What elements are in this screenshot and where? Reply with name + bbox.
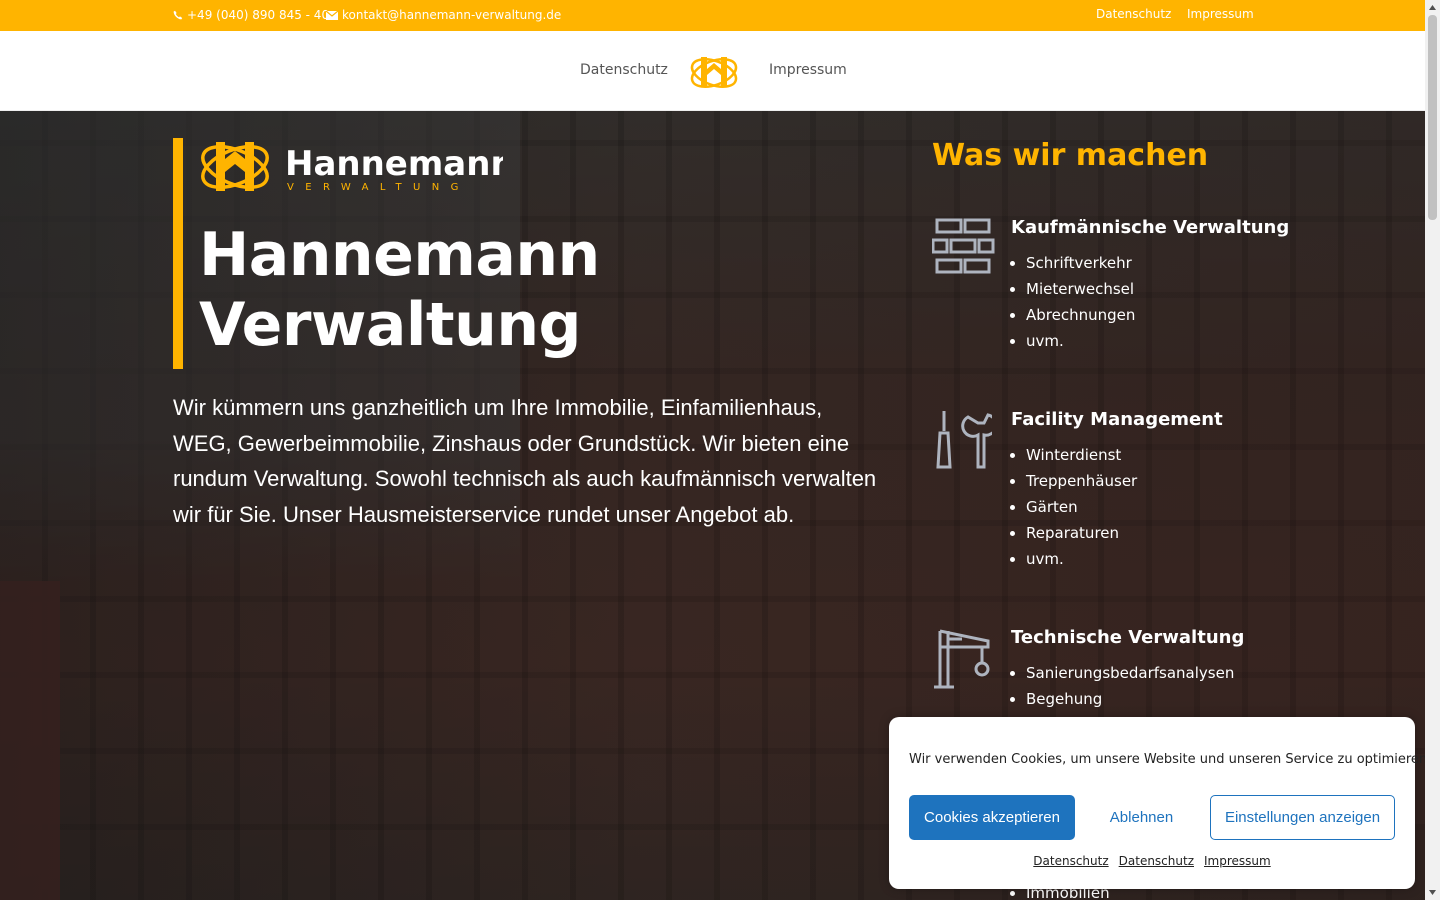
list-item: Treppenhäuser [1026,471,1137,497]
cookie-link-datenschutz[interactable]: Datenschutz [1033,854,1108,868]
hannemann-logo: Hannemann VERWALTUNG [201,142,503,193]
logo-mark-icon [201,142,269,191]
crane-icon [934,629,990,689]
service-list: Schriftverkehr Mieterwechsel Abrechnunge… [1026,253,1135,357]
service-title: Technische Verwaltung [1011,627,1245,648]
hero-title-line: Hannemann [199,220,600,290]
cookie-links: Datenschutz Datenschutz Impressum [889,854,1415,868]
topbar-link-datenschutz[interactable]: Datenschutz [1096,7,1171,21]
topbar-link-label: Impressum [1187,7,1254,21]
hero-description: Wir kümmern uns ganzheitlich um Ihre Imm… [173,395,877,527]
scrollbar[interactable] [1425,0,1440,900]
list-item: Begehung [1026,689,1234,715]
cookie-link-impressum[interactable]: Impressum [1204,854,1271,868]
list-item: Abrechnungen [1026,305,1135,331]
list-item: Schriftverkehr [1026,253,1135,279]
services-heading: Was wir machen [932,138,1209,173]
hero-title-line: Verwaltung [199,290,581,360]
tools-icon [936,411,992,469]
scroll-down-icon[interactable] [1425,885,1440,900]
service-list: Sanierungsbedarfsanalysen Begehung [1026,663,1234,715]
nav-link-impressum[interactable]: Impressum [769,62,847,78]
logo-name: Hannemann [285,144,503,184]
cookie-settings-button[interactable]: Einstellungen anzeigen [1210,795,1395,840]
top-bar: +49 (040) 890 845 - 40 kontakt@hannemann… [0,0,1425,31]
phone-link[interactable]: +49 (040) 890 845 - 40 [173,8,329,22]
cookie-banner: Wir verwenden Cookies, um unsere Website… [889,717,1431,889]
topbar-link-label: Datenschutz [1096,7,1172,21]
list-item: uvm. [1026,549,1137,575]
service-title: Kaufmännische Verwaltung [1011,217,1290,238]
list-item: Mieterwechsel [1026,279,1135,305]
scroll-up-icon[interactable] [1425,0,1440,15]
deny-cookies-button[interactable]: Ablehnen [1085,795,1198,840]
email-text: kontakt@hannemann-verwaltung.de [342,8,562,22]
service-list: Winterdienst Treppenhäuser Gärten Repara… [1026,445,1137,575]
nav-link-datenschutz[interactable]: Datenschutz [580,62,668,78]
cookie-message: Wir verwenden Cookies, um unsere Website… [909,752,1432,767]
phone-icon [173,10,183,20]
logo-icon[interactable] [689,53,739,91]
service-title: Facility Management [1011,409,1223,430]
scroll-thumb[interactable] [1428,15,1437,220]
logo-sub: VERWALTUNG [287,182,470,193]
hero-accent-bar [173,138,183,369]
envelope-icon [326,10,338,20]
list-item: Gärten [1026,497,1137,523]
list-item: Sanierungsbedarfsanalysen [1026,663,1234,689]
list-item: Winterdienst [1026,445,1137,471]
phone-text: +49 (040) 890 845 - 40 [187,8,330,22]
hero-title: Hannemann Verwaltung [199,220,799,360]
topbar-link-impressum[interactable]: Impressum [1187,7,1254,21]
accept-cookies-button[interactable]: Cookies akzeptieren [909,795,1075,840]
email-link[interactable]: kontakt@hannemann-verwaltung.de [326,8,561,22]
list-item: Reparaturen [1026,523,1137,549]
cookie-link-datenschutz-2[interactable]: Datenschutz [1119,854,1194,868]
list-item: uvm. [1026,331,1135,357]
bricks-icon [932,218,995,274]
